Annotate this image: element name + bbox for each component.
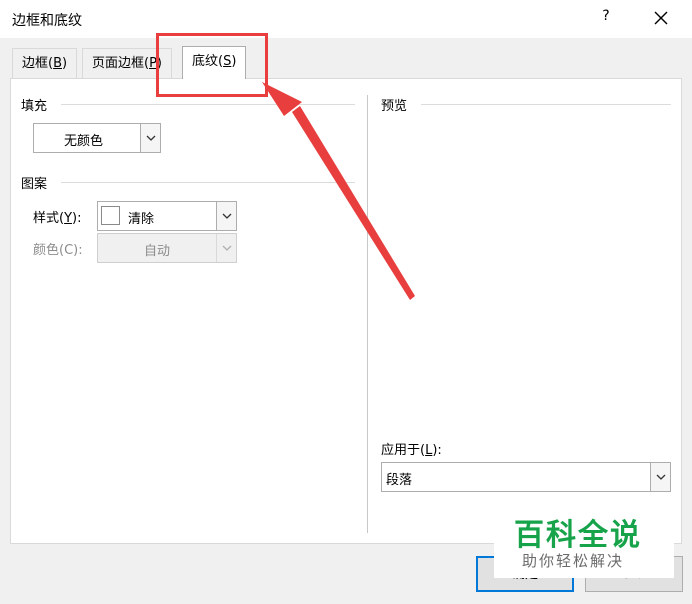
dialog-title: 边框和底纹 [12, 13, 82, 29]
chevron-down-icon [216, 234, 236, 262]
chevron-down-icon [650, 463, 670, 491]
apply-to-label: 应用于(L): [381, 439, 442, 458]
apply-to-label-suffix: ): [432, 443, 442, 458]
tab-borders-suffix: ) [62, 56, 68, 71]
close-icon [654, 11, 668, 25]
chevron-down-icon [140, 124, 160, 152]
pattern-style-value: 清除 [128, 212, 155, 227]
shading-panel: 填充 无颜色 图案 样式(Y): 清除 颜色(C): 自动 预览 应用于(L):… [10, 78, 682, 544]
preview-section-label: 预览 [381, 99, 408, 114]
fill-divider [61, 104, 355, 105]
fill-color-value: 无颜色 [64, 134, 104, 149]
title-bar: 边框和底纹 ? [0, 0, 692, 38]
style-label-hotkey: Y [64, 211, 73, 226]
style-label-text: 样式( [33, 211, 65, 226]
pattern-color-dropdown: 自动 [97, 233, 237, 263]
tab-page-border-label: 页面边框( [92, 56, 150, 71]
style-label: 样式(Y): [33, 207, 81, 226]
preview-divider [421, 104, 671, 105]
chevron-down-icon [216, 202, 236, 230]
help-button[interactable]: ? [596, 8, 616, 30]
style-label-suffix: ): [72, 211, 82, 226]
watermark: 百科全说 助你轻松解决 [494, 508, 674, 578]
fill-section-label: 填充 [21, 99, 48, 114]
close-button[interactable] [650, 6, 674, 30]
pattern-divider [61, 182, 355, 183]
pattern-color-value: 自动 [144, 244, 171, 259]
apply-to-dropdown[interactable]: 段落 [381, 462, 671, 492]
apply-to-label-text: 应用于( [381, 443, 426, 458]
tab-borders[interactable]: 边框(B) [12, 48, 78, 78]
pattern-swatch [101, 206, 120, 225]
annotation-highlight-box [156, 33, 268, 97]
tab-borders-label: 边框( [22, 56, 54, 71]
pattern-section-label: 图案 [21, 177, 48, 192]
pattern-color-label: 颜色(C): [33, 243, 83, 258]
apply-to-value: 段落 [386, 473, 413, 488]
fill-color-dropdown[interactable]: 无颜色 [33, 123, 161, 153]
pattern-style-dropdown[interactable]: 清除 [97, 201, 237, 231]
watermark-subtitle: 助你轻松解决 [522, 552, 625, 570]
watermark-title: 百科全说 [514, 518, 642, 553]
tab-borders-hotkey: B [53, 56, 62, 71]
vertical-divider [367, 95, 368, 533]
